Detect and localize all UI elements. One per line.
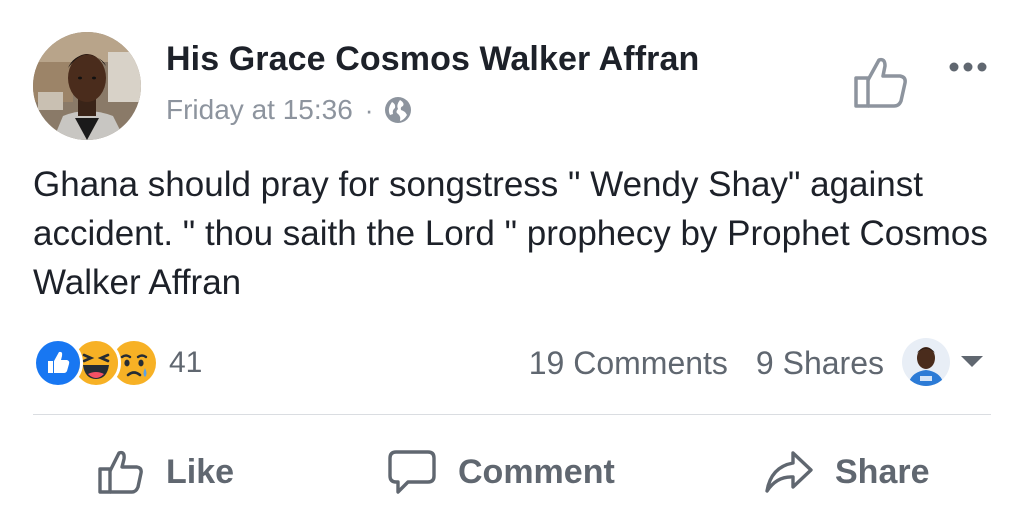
chevron-down-icon[interactable] [958, 352, 986, 370]
comment-bubble-icon [388, 450, 436, 494]
comment-button[interactable]: Comment [386, 440, 615, 504]
globe-icon[interactable] [383, 95, 413, 125]
post-timestamp[interactable]: Friday at 15:36 [166, 94, 353, 126]
like-button-label: Like [166, 452, 235, 491]
thumbs-up-outline-icon[interactable] [852, 54, 910, 110]
post-text: Ghana should pray for songstress " Wendy… [33, 165, 988, 302]
share-button-label: Share [835, 452, 930, 491]
engagement-counts: 19 Comments 9 Shares [529, 340, 884, 386]
post-card: His Grace Cosmos Walker Affran Friday at… [0, 0, 1024, 514]
post-meta: Friday at 15:36 · [166, 90, 413, 130]
share-button[interactable]: Share [763, 440, 930, 504]
reaction-count: 41 [169, 346, 203, 379]
reactions-summary[interactable]: 41 [33, 338, 203, 388]
more-options-icon[interactable] [945, 52, 991, 82]
divider [33, 414, 991, 415]
viewer-avatar[interactable] [902, 338, 950, 386]
share-arrow-icon [765, 451, 813, 493]
meta-separator: · [364, 94, 374, 125]
comments-count-link[interactable]: 19 Comments [529, 345, 728, 382]
author-avatar[interactable] [33, 32, 141, 140]
author-name[interactable]: His Grace Cosmos Walker Affran [166, 40, 699, 79]
comment-button-label: Comment [458, 452, 615, 491]
shares-count-link[interactable]: 9 Shares [756, 345, 884, 382]
thumbs-up-icon [98, 450, 143, 494]
like-reaction-icon [33, 338, 83, 388]
like-button[interactable]: Like [96, 440, 234, 504]
